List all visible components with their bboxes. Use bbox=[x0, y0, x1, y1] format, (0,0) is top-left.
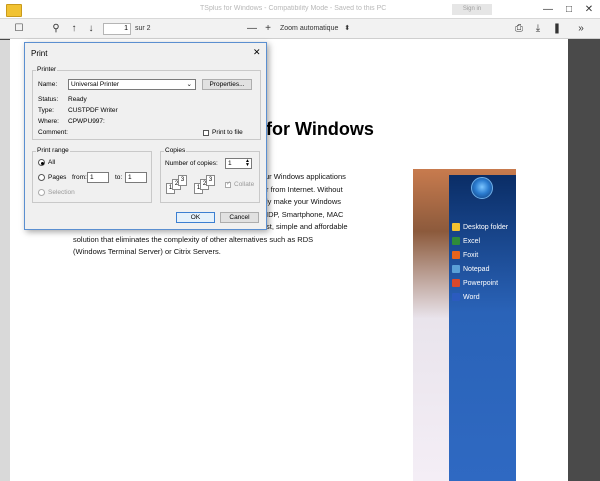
print-range-label: Print range bbox=[36, 147, 70, 154]
chevron-down-icon: ⌄ bbox=[186, 81, 192, 88]
printer-group-label: Printer bbox=[36, 66, 58, 73]
properties-button[interactable]: Properties... bbox=[202, 79, 252, 90]
from-page-input[interactable]: 1 bbox=[87, 172, 109, 183]
print-to-file-label: Print to file bbox=[212, 129, 243, 136]
close-icon[interactable]: ✕ bbox=[253, 47, 261, 58]
cancel-button[interactable]: Cancel bbox=[220, 212, 259, 223]
zoom-value: Zoom automatique bbox=[280, 25, 339, 32]
where-value: CPWPU997: bbox=[68, 118, 105, 125]
comment-label: Comment: bbox=[38, 129, 68, 136]
printer-name-value: Universal Printer bbox=[71, 81, 120, 88]
download-icon[interactable]: ⤓ bbox=[531, 22, 545, 36]
document-line: st, simple and affordable bbox=[266, 222, 348, 231]
dialog-title: Print bbox=[31, 49, 48, 58]
menu-item-powerpoint: Powerpoint bbox=[452, 278, 498, 290]
zoom-out-icon[interactable]: — bbox=[245, 22, 259, 36]
folder-icon bbox=[6, 4, 22, 17]
document-line: r from Internet. Without bbox=[266, 185, 343, 194]
status-label: Status: bbox=[38, 96, 59, 103]
selection-label: Selection bbox=[48, 189, 75, 196]
maximize-button[interactable]: □ bbox=[561, 3, 577, 16]
type-value: CUSTPDF Writer bbox=[68, 107, 118, 114]
chevron-down-icon: ⬍ bbox=[344, 25, 351, 32]
sign-in-button[interactable]: Sign in bbox=[452, 4, 492, 15]
printer-name-select[interactable]: Universal Printer ⌄ bbox=[68, 79, 196, 90]
previous-page-icon[interactable]: ↑ bbox=[67, 22, 81, 36]
foxit-icon bbox=[452, 251, 460, 260]
print-icon[interactable]: ⎙ bbox=[512, 22, 526, 36]
zoom-in-icon[interactable]: + bbox=[261, 22, 275, 36]
copies-count-label: Number of copies: bbox=[165, 160, 218, 167]
zoom-select[interactable]: Zoom automatique ⬍ bbox=[280, 23, 358, 35]
document-heading: for Windows bbox=[266, 119, 374, 139]
menu-item-notepad: Notepad bbox=[452, 264, 489, 276]
next-page-icon[interactable]: ↓ bbox=[84, 22, 98, 36]
document-line: IDP, Smartphone, MAC bbox=[266, 210, 344, 219]
collate-checkbox[interactable]: ✓ bbox=[225, 181, 231, 188]
search-icon[interactable]: ⚲ bbox=[49, 22, 63, 36]
document-line: (Windows Terminal Server) or Citrix Serv… bbox=[73, 247, 221, 256]
menu-item-excel: Excel bbox=[452, 236, 480, 248]
document-line: ly make your Windows bbox=[266, 197, 342, 206]
start-menu-panel bbox=[449, 175, 516, 481]
pdf-toolbar: ☐ ⚲ ↑ ↓ 1 sur 2 — + Zoom automatique ⬍ ⎙… bbox=[0, 19, 600, 39]
all-label: All bbox=[48, 159, 56, 166]
left-sidebar-strip bbox=[0, 40, 10, 481]
name-label: Name: bbox=[38, 81, 58, 88]
pages-label: Pages bbox=[48, 174, 67, 181]
status-value: Ready bbox=[68, 96, 87, 103]
to-page-input[interactable]: 1 bbox=[125, 172, 147, 183]
collate-page-icon: 3 bbox=[178, 175, 187, 186]
window-title: TSplus for Windows - Compatibility Mode … bbox=[200, 5, 387, 12]
folder-icon bbox=[452, 223, 460, 232]
where-label: Where: bbox=[38, 118, 59, 125]
menu-item-word: Word bbox=[452, 292, 480, 304]
page-number-input[interactable]: 1 bbox=[103, 23, 131, 35]
type-label: Type: bbox=[38, 107, 54, 114]
windows-logo-icon bbox=[471, 177, 493, 199]
from-label: from: bbox=[72, 174, 87, 181]
close-window-button[interactable]: ✕ bbox=[581, 3, 597, 16]
collate-label: Collate bbox=[234, 181, 255, 188]
print-to-file-checkbox[interactable] bbox=[203, 130, 209, 136]
powerpoint-icon bbox=[452, 279, 460, 288]
ok-button[interactable]: OK bbox=[176, 212, 215, 223]
pages-radio[interactable] bbox=[38, 174, 45, 181]
window-titlebar: TSplus for Windows - Compatibility Mode … bbox=[0, 0, 600, 19]
print-dialog: Print ✕ Printer Name: Universal Printer … bbox=[24, 42, 267, 230]
more-tools-icon[interactable]: » bbox=[574, 22, 588, 36]
document-line: solution that eliminates the complexity … bbox=[73, 235, 314, 244]
spinner-icon[interactable]: ▲ ▼ bbox=[245, 159, 250, 168]
page-count: sur 2 bbox=[135, 25, 151, 32]
excel-icon bbox=[452, 237, 460, 246]
collate-page-icon: 3 bbox=[206, 175, 215, 186]
menu-item-desktop-folder: Desktop folder bbox=[452, 222, 508, 234]
bookmark-icon[interactable]: ❚ bbox=[550, 22, 564, 36]
word-icon bbox=[452, 293, 460, 302]
sidebar-toggle-icon[interactable]: ☐ bbox=[12, 22, 26, 36]
notepad-icon bbox=[452, 265, 460, 274]
all-radio[interactable] bbox=[38, 159, 45, 166]
minimize-button[interactable]: — bbox=[540, 3, 556, 16]
to-label: to: bbox=[115, 174, 123, 181]
document-line: ur Windows applications bbox=[265, 172, 346, 181]
copies-label: Copies bbox=[164, 147, 187, 154]
menu-item-foxit: Foxit bbox=[452, 250, 478, 262]
selection-radio[interactable] bbox=[38, 189, 45, 196]
